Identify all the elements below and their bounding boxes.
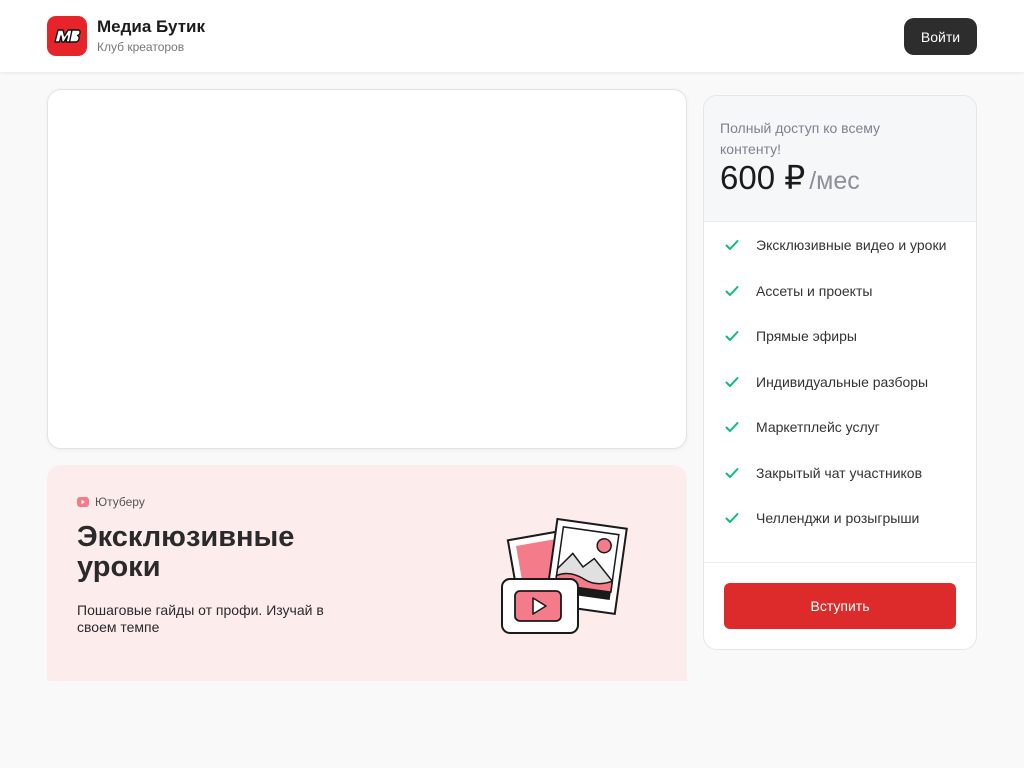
check-icon [725, 467, 739, 478]
feature-tag-label: Ютуберу [95, 495, 145, 509]
pricing-caption: Полный доступ ко всему контенту! [720, 120, 881, 157]
youtube-icon [77, 497, 89, 507]
benefits-list: Эксклюзивные видео и уроки Ассеты и прое… [724, 234, 964, 553]
join-button[interactable]: Вступить [724, 583, 956, 629]
check-icon [725, 513, 739, 523]
mb-logo-icon[interactable] [47, 16, 87, 56]
check-icon [725, 331, 739, 341]
divider [704, 562, 976, 563]
photos-video-illustration [501, 517, 628, 634]
benefit-label: Эксклюзивные видео и уроки [756, 237, 947, 253]
benefit-label: Закрытый чат участников [756, 464, 923, 481]
benefit-item: Закрытый чат участников [724, 462, 964, 484]
feature-title: Эксклюзивные уроки [77, 521, 295, 583]
benefit-item: Челленджи и розыгрыши [724, 507, 964, 529]
check-icon [725, 422, 739, 432]
benefit-item: Эксклюзивные видео и уроки [724, 234, 964, 256]
benefit-item: Индивидуальные разборы [724, 371, 964, 393]
feature-description: Пошаговые гайды от профи. Изучай в своем… [77, 602, 324, 635]
price-period: /мес [809, 167, 860, 195]
benefit-item: Маркетплейс услуг [724, 416, 964, 438]
brand-title: Медиа Бутик [97, 17, 205, 36]
price: 600 ₽ /мес [720, 158, 860, 197]
pricing-header: Полный доступ ко всему контенту! 600 ₽ /… [704, 96, 976, 222]
site-header: Медиа Бутик Клуб креаторов Войти [0, 0, 1024, 72]
benefit-label: Ассеты и проекты [756, 282, 873, 299]
benefit-label: Прямые эфиры [756, 328, 857, 344]
feature-card: Ютуберу Эксклюзивные уроки Пошаговые гай… [47, 465, 687, 681]
benefit-label: Челленджи и розыгрыши [756, 510, 920, 526]
check-icon [725, 285, 739, 296]
check-icon [725, 240, 739, 250]
benefit-item: Прямые эфиры [724, 325, 964, 347]
benefit-label: Маркетплейс услуг [756, 419, 880, 435]
price-amount: 600 ₽ [720, 159, 806, 196]
login-button[interactable]: Войти [904, 18, 977, 55]
benefit-label: Индивидуальные разборы [756, 373, 929, 390]
brand-subtitle: Клуб креаторов [97, 40, 185, 54]
feature-tag: Ютуберу [77, 495, 145, 509]
benefit-item: Ассеты и проекты [724, 280, 964, 302]
pricing-card: Полный доступ ко всему контенту! 600 ₽ /… [703, 95, 977, 650]
video-player[interactable] [47, 89, 687, 449]
check-icon [725, 376, 739, 387]
